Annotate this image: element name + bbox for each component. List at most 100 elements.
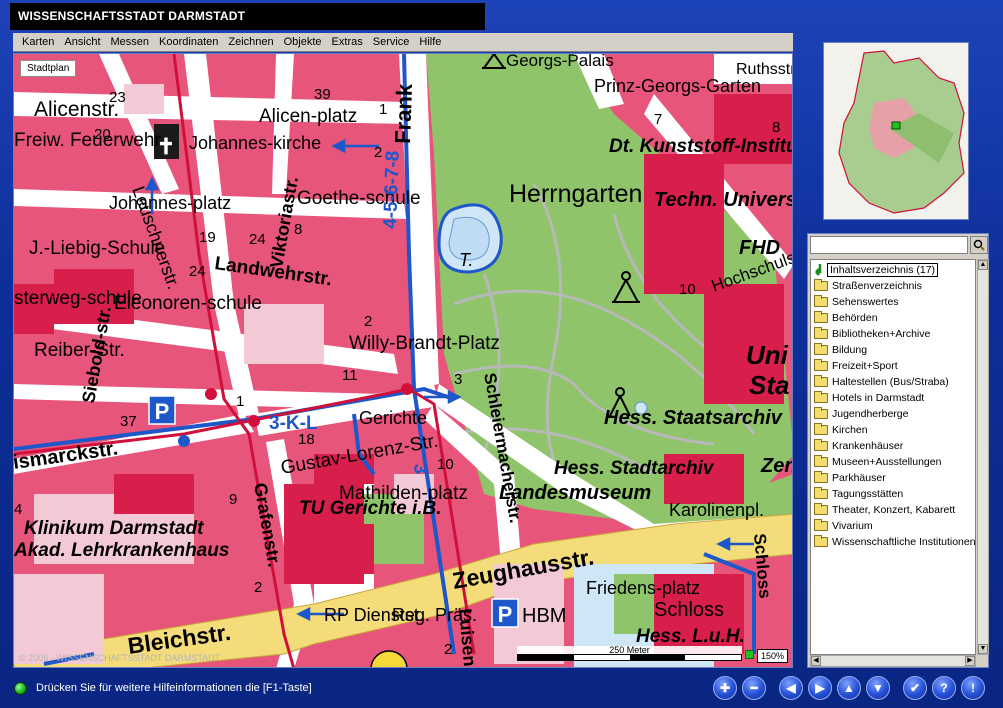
tree-item-tagungsstaetten[interactable]: Tagungsstätten	[811, 486, 975, 502]
label-hess-lub: Hess. L.u.H.	[636, 626, 745, 647]
window-title: WISSENSCHAFTSSTADT DARMSTADT	[10, 3, 485, 30]
label-hbm: HBM	[522, 605, 566, 627]
folder-icon	[814, 487, 828, 499]
tree-item-krankenhaeuser[interactable]: Krankenhäuser	[811, 438, 975, 454]
label-friedensplatz: Friedens-platz	[586, 578, 700, 598]
tree-item-sehenswertes[interactable]: Sehenswertes	[811, 294, 975, 310]
pan-right-button[interactable]: ▶	[808, 676, 832, 700]
tree-item-parkhaeuser[interactable]: Parkhäuser	[811, 470, 975, 486]
folder-icon	[814, 359, 828, 371]
arrow-right-icon: ▶	[815, 681, 825, 695]
svg-text:18: 18	[298, 431, 315, 448]
tree-item-vivarium[interactable]: Vivarium	[811, 518, 975, 534]
svg-text:1: 1	[379, 101, 387, 118]
stop-marker-2[interactable]	[178, 435, 190, 447]
tree-item-jugendherberge[interactable]: Jugendherberge	[811, 406, 975, 422]
city-map[interactable]: P P ✝ Georgs-Palais Ruthsstr Prinz-Georg…	[13, 53, 793, 668]
tree-item-museen[interactable]: Museen+Ausstellungen	[811, 454, 975, 470]
tree-item-strassenverzeichnis[interactable]: Straßenverzeichnis	[811, 278, 975, 294]
svg-text:8: 8	[294, 221, 302, 238]
label-frankfurter: Frank	[390, 83, 417, 145]
search-button[interactable]	[970, 236, 988, 254]
label-kunststoff: Dt. Kunststoff-Institut	[609, 136, 793, 157]
question-icon: ?	[940, 681, 948, 695]
side-panel: Inhaltsverzeichnis (17) Straßenverzeichn…	[807, 233, 989, 668]
scroll-right-arrow-icon[interactable]: ▶	[965, 656, 975, 666]
label-alicenstr: Alicenstr.	[34, 98, 119, 121]
folder-icon	[814, 391, 828, 403]
tree-item-freizeit[interactable]: Freizeit+Sport	[811, 358, 975, 374]
pan-up-button[interactable]: ▲	[837, 676, 861, 700]
scroll-up-arrow-icon[interactable]: ▲	[978, 260, 988, 270]
svg-text:23: 23	[109, 89, 126, 106]
overview-map[interactable]	[823, 42, 969, 220]
tree-horizontal-scrollbar[interactable]: ◀ ▶	[810, 655, 976, 667]
label-georgs-palais: Georgs-Palais	[506, 54, 614, 70]
label-gerichte: Gerichte	[359, 408, 427, 428]
tree-item-theater[interactable]: Theater, Konzert, Kabarett	[811, 502, 975, 518]
svg-text:2: 2	[374, 144, 382, 161]
menu-hilfe[interactable]: Hilfe	[414, 33, 446, 52]
folder-icon	[814, 423, 828, 435]
overview-viewport[interactable]	[891, 121, 901, 130]
stop-marker-3[interactable]	[248, 415, 260, 427]
menu-ansicht[interactable]: Ansicht	[59, 33, 105, 52]
tree-root[interactable]: Inhaltsverzeichnis (17)	[811, 262, 975, 278]
overview-canvas[interactable]	[824, 43, 969, 220]
tree-item-bildung[interactable]: Bildung	[811, 342, 975, 358]
map-canvas[interactable]: P P ✝ Georgs-Palais Ruthsstr Prinz-Georg…	[14, 54, 793, 668]
poi-yellow-circle[interactable]	[370, 650, 408, 668]
svg-text:8: 8	[772, 119, 780, 136]
tree-root-label: Inhaltsverzeichnis (17)	[827, 263, 939, 277]
tree-item-wissenschaft[interactable]: Wissenschaftliche Institutionen	[811, 534, 975, 550]
tree-item-behoerden[interactable]: Behörden	[811, 310, 975, 326]
svg-text:10: 10	[679, 281, 696, 298]
menu-extras[interactable]: Extras	[327, 33, 368, 52]
search-input[interactable]	[810, 236, 968, 254]
info-button[interactable]: !	[961, 676, 985, 700]
svg-text:20: 20	[94, 126, 111, 143]
label-sterwegschule: sterweg-schule	[14, 288, 142, 309]
svg-text:7: 7	[654, 111, 662, 128]
zoom-out-button[interactable]: ━	[742, 676, 766, 700]
stop-marker-4[interactable]	[205, 388, 217, 400]
tree-item-haltestellen[interactable]: Haltestellen (Bus/Straba)	[811, 374, 975, 390]
svg-text:P: P	[155, 399, 170, 424]
label-willy-brandt: Willy-Brandt-Platz	[349, 333, 500, 354]
menu-koordinaten[interactable]: Koordinaten	[154, 33, 223, 52]
pan-down-button[interactable]: ▼	[866, 676, 890, 700]
svg-text:4: 4	[14, 501, 22, 518]
zoom-in-button[interactable]: ✚	[713, 676, 737, 700]
zoom-indicator-icon	[745, 650, 754, 659]
label-tu-gerichte: TU Gerichte i.B.	[299, 498, 442, 519]
help-button[interactable]: ?	[932, 676, 956, 700]
menu-messen[interactable]: Messen	[106, 33, 155, 52]
menu-zeichnen[interactable]: Zeichnen	[223, 33, 278, 52]
label-klinikum: Klinikum Darmstadt	[24, 518, 204, 539]
confirm-button[interactable]: ✔	[903, 676, 927, 700]
menu-service[interactable]: Service	[368, 33, 415, 52]
tree-item-bibliotheken[interactable]: Bibliotheken+Archive	[811, 326, 975, 342]
green-arrow-icon	[815, 264, 822, 276]
folder-icon	[814, 519, 828, 531]
svg-text:1: 1	[236, 393, 244, 410]
pan-left-button[interactable]: ◀	[779, 676, 803, 700]
menu-bar: Karten Ansicht Messen Koordinaten Zeichn…	[13, 33, 793, 52]
menu-objekte[interactable]: Objekte	[279, 33, 327, 52]
stop-marker[interactable]	[401, 383, 413, 395]
scroll-left-arrow-icon[interactable]: ◀	[811, 656, 821, 666]
label-line-3: 3	[409, 463, 431, 475]
tree-item-kirchen[interactable]: Kirchen	[811, 422, 975, 438]
arrow-down-icon: ▼	[872, 681, 884, 695]
label-uni: Uni	[746, 340, 789, 370]
scroll-down-arrow-icon[interactable]: ▼	[978, 644, 988, 654]
tree-item-hotels[interactable]: Hotels in Darmstadt	[811, 390, 975, 406]
label-sta: Sta	[749, 370, 789, 400]
label-herrngarten: Herrngarten	[509, 180, 642, 208]
svg-text:2: 2	[364, 313, 372, 330]
menu-karten[interactable]: Karten	[17, 33, 59, 52]
category-tree: Inhaltsverzeichnis (17) Straßenverzeichn…	[810, 259, 976, 655]
tree-vertical-scrollbar[interactable]: ▲ ▼	[977, 259, 989, 655]
scale-label: 250 Meter	[517, 646, 742, 655]
map-mode-button[interactable]: Stadtplan	[20, 60, 77, 77]
